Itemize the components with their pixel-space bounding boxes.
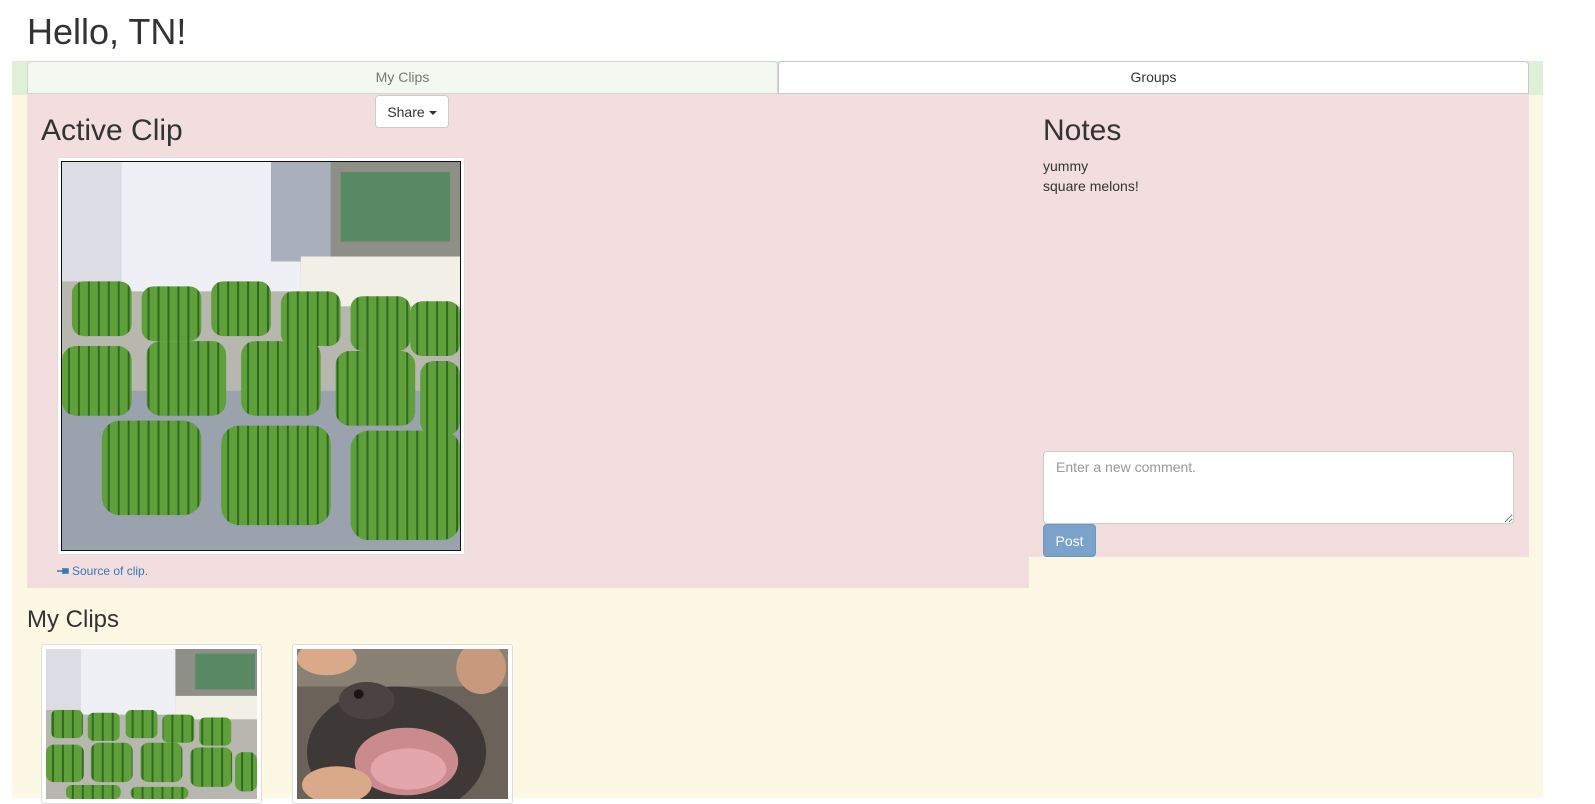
watermelon-image [62,162,460,550]
share-label: Share [387,103,425,120]
note-item: square melons! [1043,178,1139,194]
pushpin-icon [57,568,69,574]
clip-thumbnail-hippo[interactable] [292,644,513,804]
active-clip-image [57,157,465,555]
greeting-heading: Hello, TN! [27,11,187,52]
tab-my-clips[interactable]: My Clips [27,61,778,94]
watermelon-image [46,649,257,799]
post-button[interactable]: Post [1043,524,1096,557]
share-dropdown-button[interactable]: Share [375,95,449,128]
active-clip-heading: Active Clip [41,114,183,147]
note-item: yummy [1043,158,1089,174]
notes-heading: Notes [1043,114,1122,147]
clip-thumbnail-watermelons[interactable] [41,644,262,804]
my-clips-heading: My Clips [27,606,120,633]
comment-input[interactable] [1043,451,1514,524]
hippo-image [297,649,508,799]
source-link-label: Source of clip. [72,564,149,578]
tab-groups[interactable]: Groups [778,61,1529,94]
caret-down-icon [428,110,437,115]
source-link[interactable]: Source of clip. [57,564,148,578]
